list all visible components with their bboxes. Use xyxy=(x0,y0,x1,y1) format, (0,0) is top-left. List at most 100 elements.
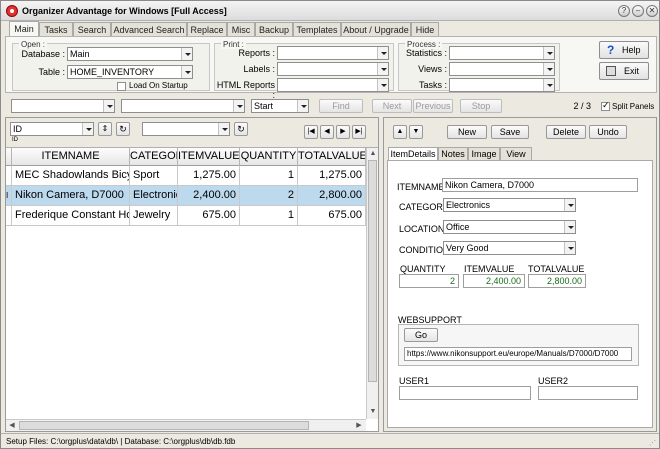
search-mode-select[interactable]: Start xyxy=(251,99,309,113)
load-on-startup-checkbox[interactable] xyxy=(117,82,126,91)
itemname-label: ITEMNAME xyxy=(397,182,445,192)
table-row-selected[interactable]: I Nikon Camera, D7000 Electronics 2,400.… xyxy=(6,186,366,206)
cell-itemvalue[interactable]: 1,275.00 xyxy=(178,166,240,186)
cell-quantity[interactable]: 2 xyxy=(240,186,298,206)
scroll-left-icon[interactable]: ◀ xyxy=(6,420,18,432)
tab-main[interactable]: Main xyxy=(9,21,39,37)
tab-about-upgrade[interactable]: About / Upgrade xyxy=(341,22,411,37)
sort-field-select[interactable]: ID xyxy=(10,122,94,136)
quantity-field[interactable]: 2 xyxy=(399,274,459,288)
exit-button[interactable]: Exit xyxy=(599,62,649,80)
close-button[interactable]: ✕ xyxy=(646,5,658,17)
resize-grip-icon[interactable]: ⋰ xyxy=(649,439,658,448)
scroll-right-icon[interactable]: ▶ xyxy=(353,420,365,432)
column-header-category[interactable]: CATEGORY xyxy=(130,148,178,166)
cell-category[interactable]: Electronics xyxy=(130,186,178,206)
tab-search[interactable]: Search xyxy=(73,22,111,37)
tab-item-details[interactable]: ItemDetails xyxy=(388,147,438,161)
chevron-down-icon xyxy=(103,100,114,112)
table-row[interactable]: Frederique Constant Horological Jewelry … xyxy=(6,206,366,226)
column-header-itemvalue[interactable]: ITEMVALUE xyxy=(178,148,240,166)
undo-button[interactable]: Undo xyxy=(589,125,627,139)
tab-image[interactable]: Image xyxy=(468,147,500,161)
previous-button[interactable]: Previous xyxy=(413,99,453,113)
reports-select[interactable] xyxy=(277,46,389,60)
filter-select[interactable] xyxy=(142,122,230,136)
cell-itemvalue[interactable]: 675.00 xyxy=(178,206,240,226)
scroll-down-icon[interactable]: ▼ xyxy=(367,406,379,418)
tab-replace[interactable]: Replace xyxy=(187,22,227,37)
user1-field[interactable] xyxy=(399,386,531,400)
totalvalue-field[interactable]: 2,800.00 xyxy=(528,274,586,288)
column-header-totalvalue[interactable]: TOTALVALUE xyxy=(298,148,366,166)
cell-quantity[interactable]: 1 xyxy=(240,166,298,186)
move-down-button[interactable]: ▼ xyxy=(409,125,423,139)
cell-itemname[interactable]: Frederique Constant Horological xyxy=(12,206,130,226)
help-window-button[interactable]: ? xyxy=(618,5,630,17)
last-record-button[interactable]: ▶| xyxy=(352,125,366,139)
horizontal-scroll-thumb[interactable] xyxy=(19,421,309,430)
cell-quantity[interactable]: 1 xyxy=(240,206,298,226)
views-label: Views : xyxy=(418,64,447,74)
scroll-up-icon[interactable]: ▲ xyxy=(367,148,379,160)
itemvalue-field[interactable]: 2,400.00 xyxy=(463,274,525,288)
cell-itemname[interactable]: MEC Shadowlands Bicycle xyxy=(12,166,130,186)
next-button[interactable]: Next xyxy=(372,99,412,113)
tab-hide[interactable]: Hide xyxy=(411,22,439,37)
chevron-down-icon xyxy=(543,47,554,59)
next-record-button[interactable]: ▶ xyxy=(336,125,350,139)
cell-itemvalue[interactable]: 2,400.00 xyxy=(178,186,240,206)
cell-category[interactable]: Jewelry xyxy=(130,206,178,226)
stop-button[interactable]: Stop xyxy=(460,99,502,113)
tab-templates[interactable]: Templates xyxy=(293,22,341,37)
minimize-button[interactable]: – xyxy=(632,5,644,17)
grid-horizontal-scrollbar[interactable]: ◀ ▶ xyxy=(6,419,366,431)
sort-order-button[interactable]: ⇕ xyxy=(98,122,112,136)
itemname-field[interactable]: Nikon Camera, D7000 xyxy=(442,178,638,192)
go-button[interactable]: Go xyxy=(404,328,438,342)
tab-view[interactable]: View xyxy=(500,147,532,161)
vertical-scroll-thumb[interactable] xyxy=(368,160,377,382)
move-up-button[interactable]: ▲ xyxy=(393,125,407,139)
help-button[interactable]: ? Help xyxy=(599,41,649,59)
first-record-button[interactable]: |◀ xyxy=(304,125,318,139)
new-button[interactable]: New xyxy=(447,125,487,139)
tab-notes[interactable]: Notes xyxy=(438,147,468,161)
statistics-select[interactable] xyxy=(449,46,555,60)
split-panels-checkbox[interactable] xyxy=(601,100,610,111)
cell-totalvalue[interactable]: 2,800.00 xyxy=(298,186,366,206)
cell-totalvalue[interactable]: 675.00 xyxy=(298,206,366,226)
search-value-select[interactable] xyxy=(121,99,245,113)
database-select[interactable]: Main xyxy=(67,47,193,61)
category-select[interactable]: Electronics xyxy=(443,198,576,212)
tab-advanced-search[interactable]: Advanced Search xyxy=(111,22,187,37)
views-select[interactable] xyxy=(449,62,555,76)
search-field-select[interactable] xyxy=(11,99,115,113)
tab-backup[interactable]: Backup xyxy=(255,22,293,37)
cell-category[interactable]: Sport xyxy=(130,166,178,186)
sort-field-caption: ID xyxy=(12,137,18,143)
cell-itemname[interactable]: Nikon Camera, D7000 xyxy=(12,186,130,206)
grid-vertical-scrollbar[interactable]: ▲ ▼ xyxy=(366,148,378,419)
delete-button[interactable]: Delete xyxy=(546,125,586,139)
prev-record-button[interactable]: ◀ xyxy=(320,125,334,139)
labels-select[interactable] xyxy=(277,62,389,76)
condition-select[interactable]: Very Good xyxy=(443,241,576,255)
user2-field[interactable] xyxy=(538,386,638,400)
save-button[interactable]: Save xyxy=(491,125,529,139)
refresh-filter-button[interactable]: ↻ xyxy=(234,122,248,136)
tab-tasks[interactable]: Tasks xyxy=(39,22,73,37)
cell-totalvalue[interactable]: 1,275.00 xyxy=(298,166,366,186)
location-select[interactable]: Office xyxy=(443,220,576,234)
column-header-quantity[interactable]: QUANTITY xyxy=(240,148,298,166)
table-select[interactable]: HOME_INVENTORY xyxy=(67,65,193,79)
tab-misc[interactable]: Misc xyxy=(227,22,255,37)
refresh-sort-button[interactable]: ↻ xyxy=(116,122,130,136)
html-reports-select[interactable] xyxy=(277,78,389,92)
column-header-itemname[interactable]: ITEMNAME xyxy=(12,148,130,166)
find-button[interactable]: Find xyxy=(319,99,363,113)
websupport-url-field[interactable]: https://www.nikonsupport.eu/europe/Manua… xyxy=(404,347,632,361)
tasks-select[interactable] xyxy=(449,78,555,92)
question-icon: ? xyxy=(607,43,615,57)
table-row[interactable]: MEC Shadowlands Bicycle Sport 1,275.00 1… xyxy=(6,166,366,186)
